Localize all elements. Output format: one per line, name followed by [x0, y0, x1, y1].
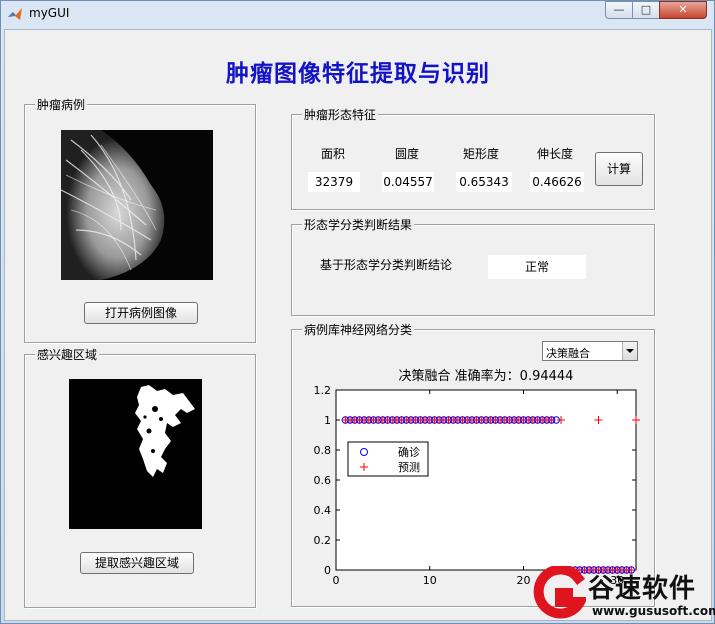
chart-title: 决策融合 准确率为：0.94444	[399, 368, 574, 384]
minimize-button[interactable]: —	[605, 1, 633, 19]
matlab-icon	[8, 8, 22, 20]
x-tick-label: 0	[333, 574, 340, 587]
gusu-watermark: 谷速软件 www.gususoft.com	[530, 566, 715, 624]
elongation-label: 伸长度	[536, 147, 573, 161]
page-title: 肿瘤图像特征提取与识别	[226, 60, 490, 87]
app-window: myGUI — □ ✕ 肿瘤图像特征提取与识别 肿瘤病例 打开病例图像 感兴趣区…	[0, 0, 715, 624]
title-bar[interactable]: myGUI — □ ✕	[1, 1, 714, 27]
method-select[interactable]: 决策融合	[542, 341, 638, 361]
nn-panel-title: 病例库神经网络分类	[302, 321, 415, 338]
y-tick-label: 0.8	[314, 444, 332, 457]
y-tick-label: 1	[324, 414, 331, 427]
morph-panel-title: 肿瘤形态特征	[302, 106, 379, 123]
gusu-logo-icon	[533, 566, 586, 619]
morph-result-panel: 形态学分类判断结果 基于形态学分类判断结论 正常	[291, 216, 655, 316]
case-panel: 肿瘤病例 打开病例图像	[24, 96, 256, 343]
watermark-url: www.gususoft.com	[592, 604, 715, 618]
elongation-value: 0.46626	[530, 172, 584, 192]
close-button[interactable]: ✕	[659, 1, 707, 19]
legend-label-diagnosed: 确诊	[398, 445, 420, 459]
rectangularity-label: 矩形度	[462, 147, 499, 161]
roi-image	[69, 379, 202, 529]
x-tick-label: 20	[517, 574, 531, 587]
result-label: 基于形态学分类判断结论	[320, 258, 453, 272]
y-tick-label: 1.2	[314, 384, 332, 397]
roundness-label: 圆度	[394, 147, 419, 161]
y-tick-label: 0	[324, 564, 331, 577]
mammogram-image	[61, 130, 213, 280]
client-area: 肿瘤图像特征提取与识别 肿瘤病例 打开病例图像 感兴趣区域 提取感兴趣区域 肿瘤…	[4, 29, 712, 621]
case-image	[61, 130, 213, 280]
roi-mask-image	[69, 379, 202, 529]
result-value: 正常	[488, 255, 586, 279]
morph-features-panel: 肿瘤形态特征 面积 圆度 矩形度 伸长度 32379 0.04557 0.653…	[291, 106, 655, 210]
dropdown-arrow-icon[interactable]	[622, 342, 637, 360]
roi-panel-title: 感兴趣区域	[35, 346, 100, 363]
extract-roi-button[interactable]: 提取感兴趣区域	[80, 552, 194, 574]
method-select-value: 决策融合	[546, 347, 590, 360]
area-label: 面积	[320, 147, 345, 161]
result-panel-title: 形态学分类判断结果	[302, 216, 415, 233]
x-tick-label: 10	[423, 574, 437, 587]
maximize-button[interactable]: □	[632, 1, 660, 19]
area-value: 32379	[308, 172, 360, 192]
window-title: myGUI	[29, 6, 70, 20]
y-tick-label: 0.6	[314, 474, 332, 487]
legend-label-predicted: 预测	[398, 461, 420, 474]
open-case-image-button[interactable]: 打开病例图像	[84, 302, 198, 324]
case-panel-title: 肿瘤病例	[35, 96, 88, 113]
roi-panel: 感兴趣区域 提取感兴趣区域	[24, 346, 256, 608]
rectangularity-value: 0.65343	[456, 172, 512, 192]
y-tick-label: 0.2	[314, 534, 332, 547]
y-tick-label: 0.4	[314, 504, 332, 517]
watermark-text: 谷速软件	[588, 574, 697, 604]
calculate-button[interactable]: 计算	[595, 152, 643, 186]
roundness-value: 0.04557	[382, 172, 434, 192]
